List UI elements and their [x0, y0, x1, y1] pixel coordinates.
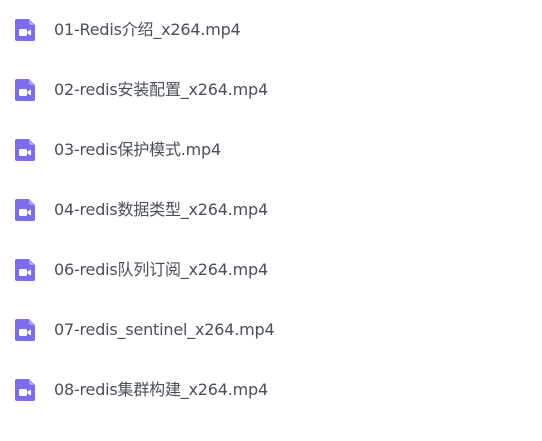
- file-name: 06-redis队列订阅_x264.mp4: [54, 260, 268, 279]
- video-file-icon: [12, 17, 38, 43]
- file-item-08[interactable]: 08-redis集群构建_x264.mp4: [0, 360, 542, 420]
- file-item-04[interactable]: 04-redis数据类型_x264.mp4: [0, 180, 542, 240]
- video-file-icon: [12, 137, 38, 163]
- file-name: 03-redis保护模式.mp4: [54, 140, 221, 159]
- file-name: 08-redis集群构建_x264.mp4: [54, 380, 268, 399]
- file-name: 04-redis数据类型_x264.mp4: [54, 200, 268, 219]
- file-name: 01-Redis介绍_x264.mp4: [54, 20, 241, 39]
- file-item-03[interactable]: 03-redis保护模式.mp4: [0, 120, 542, 180]
- video-file-icon: [12, 257, 38, 283]
- file-item-02[interactable]: 02-redis安装配置_x264.mp4: [0, 60, 542, 120]
- file-item-06[interactable]: 06-redis队列订阅_x264.mp4: [0, 240, 542, 300]
- video-file-icon: [12, 197, 38, 223]
- video-file-icon: [12, 377, 38, 403]
- video-file-icon: [12, 317, 38, 343]
- file-item-01[interactable]: 01-Redis介绍_x264.mp4: [0, 0, 542, 60]
- file-item-07[interactable]: 07-redis_sentinel_x264.mp4: [0, 300, 542, 360]
- file-name: 02-redis安装配置_x264.mp4: [54, 80, 268, 99]
- video-file-icon: [12, 77, 38, 103]
- file-name: 07-redis_sentinel_x264.mp4: [54, 320, 275, 339]
